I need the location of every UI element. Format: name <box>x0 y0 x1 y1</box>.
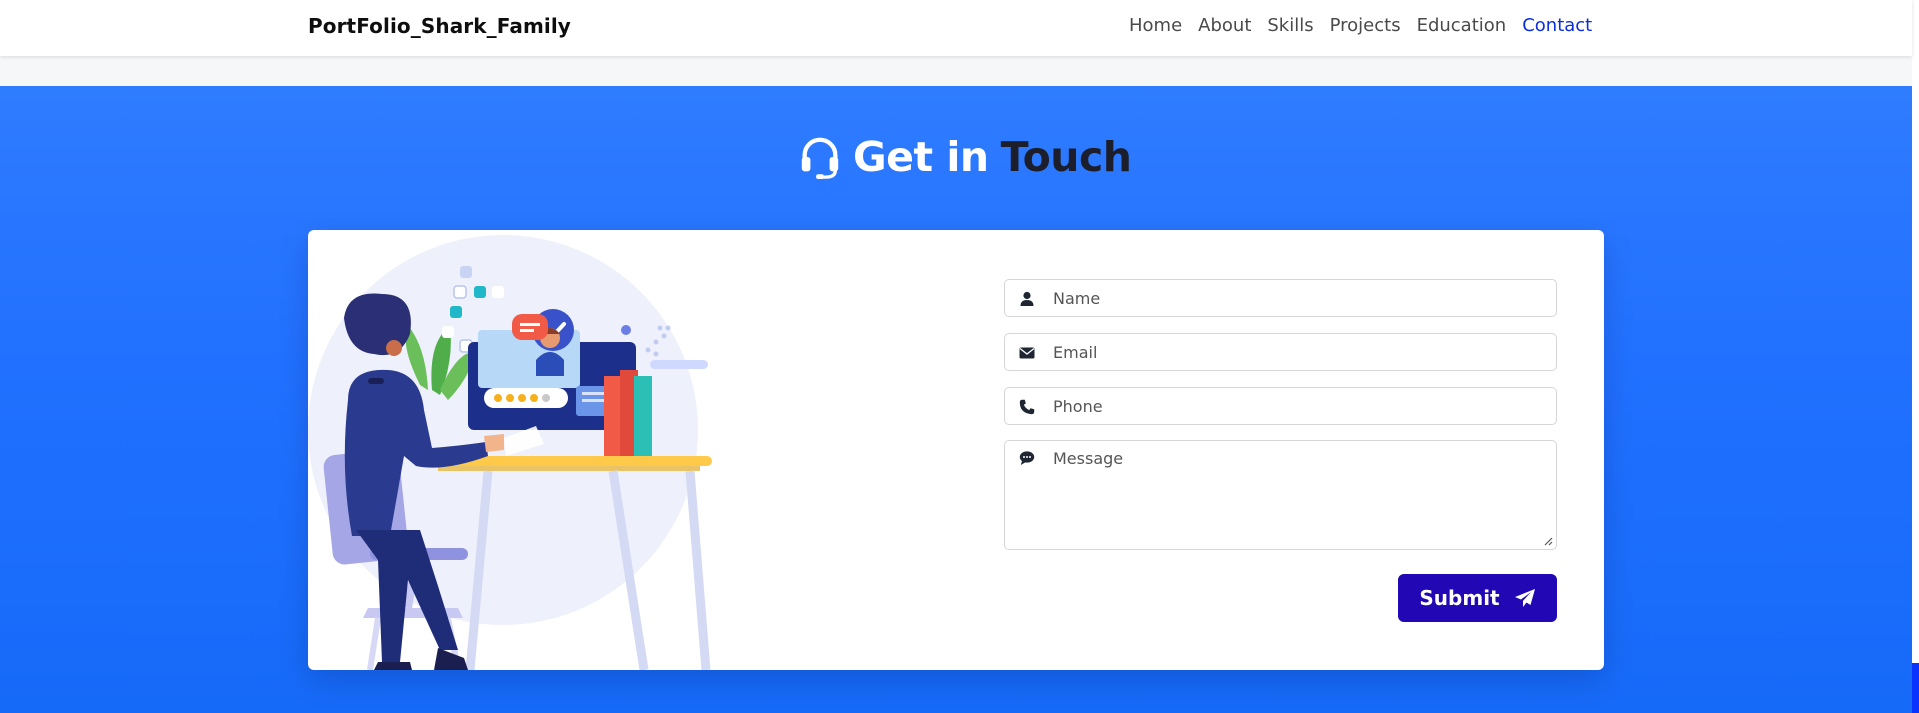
nav-links: Home About Skills Projects Education Con… <box>1129 15 1592 36</box>
contact-illustration <box>308 235 712 670</box>
paper-plane-icon <box>1514 589 1535 607</box>
phone-input[interactable] <box>1005 388 1556 424</box>
nav-link-projects[interactable]: Projects <box>1330 15 1401 36</box>
section-heading: Get in Touch <box>797 132 1132 182</box>
phone-field[interactable] <box>1004 387 1557 425</box>
submit-label: Submit <box>1419 586 1500 610</box>
nav-link-about[interactable]: About <box>1198 15 1251 36</box>
email-input[interactable] <box>1005 334 1556 370</box>
envelope-icon <box>1019 347 1035 359</box>
contact-card: Submit <box>308 230 1604 670</box>
scrollbar-track[interactable] <box>1912 0 1919 713</box>
nav-link-contact[interactable]: Contact <box>1522 15 1592 36</box>
message-field[interactable] <box>1004 440 1557 550</box>
section-divider-band <box>0 56 1912 86</box>
heading-title: Get in <box>853 133 989 181</box>
nav-link-education[interactable]: Education <box>1417 15 1507 36</box>
comment-icon <box>1019 451 1035 465</box>
resize-grip-icon[interactable] <box>1544 537 1553 546</box>
nav-link-home[interactable]: Home <box>1129 15 1182 36</box>
user-icon <box>1020 291 1034 306</box>
phone-icon <box>1019 399 1035 415</box>
nav-link-skills[interactable]: Skills <box>1267 15 1313 36</box>
name-input[interactable] <box>1005 280 1556 316</box>
email-field[interactable] <box>1004 333 1557 371</box>
brand-logo[interactable]: PortFolio_Shark_Family <box>308 14 571 38</box>
name-field[interactable] <box>1004 279 1557 317</box>
headset-icon <box>801 137 839 180</box>
heading-title-accent: Touch <box>1000 133 1132 181</box>
submit-button[interactable]: Submit <box>1398 574 1557 622</box>
navbar: PortFolio_Shark_Family Home About Skills… <box>0 0 1912 56</box>
scrollbar-thumb[interactable] <box>1912 663 1919 713</box>
message-input[interactable] <box>1005 441 1556 549</box>
